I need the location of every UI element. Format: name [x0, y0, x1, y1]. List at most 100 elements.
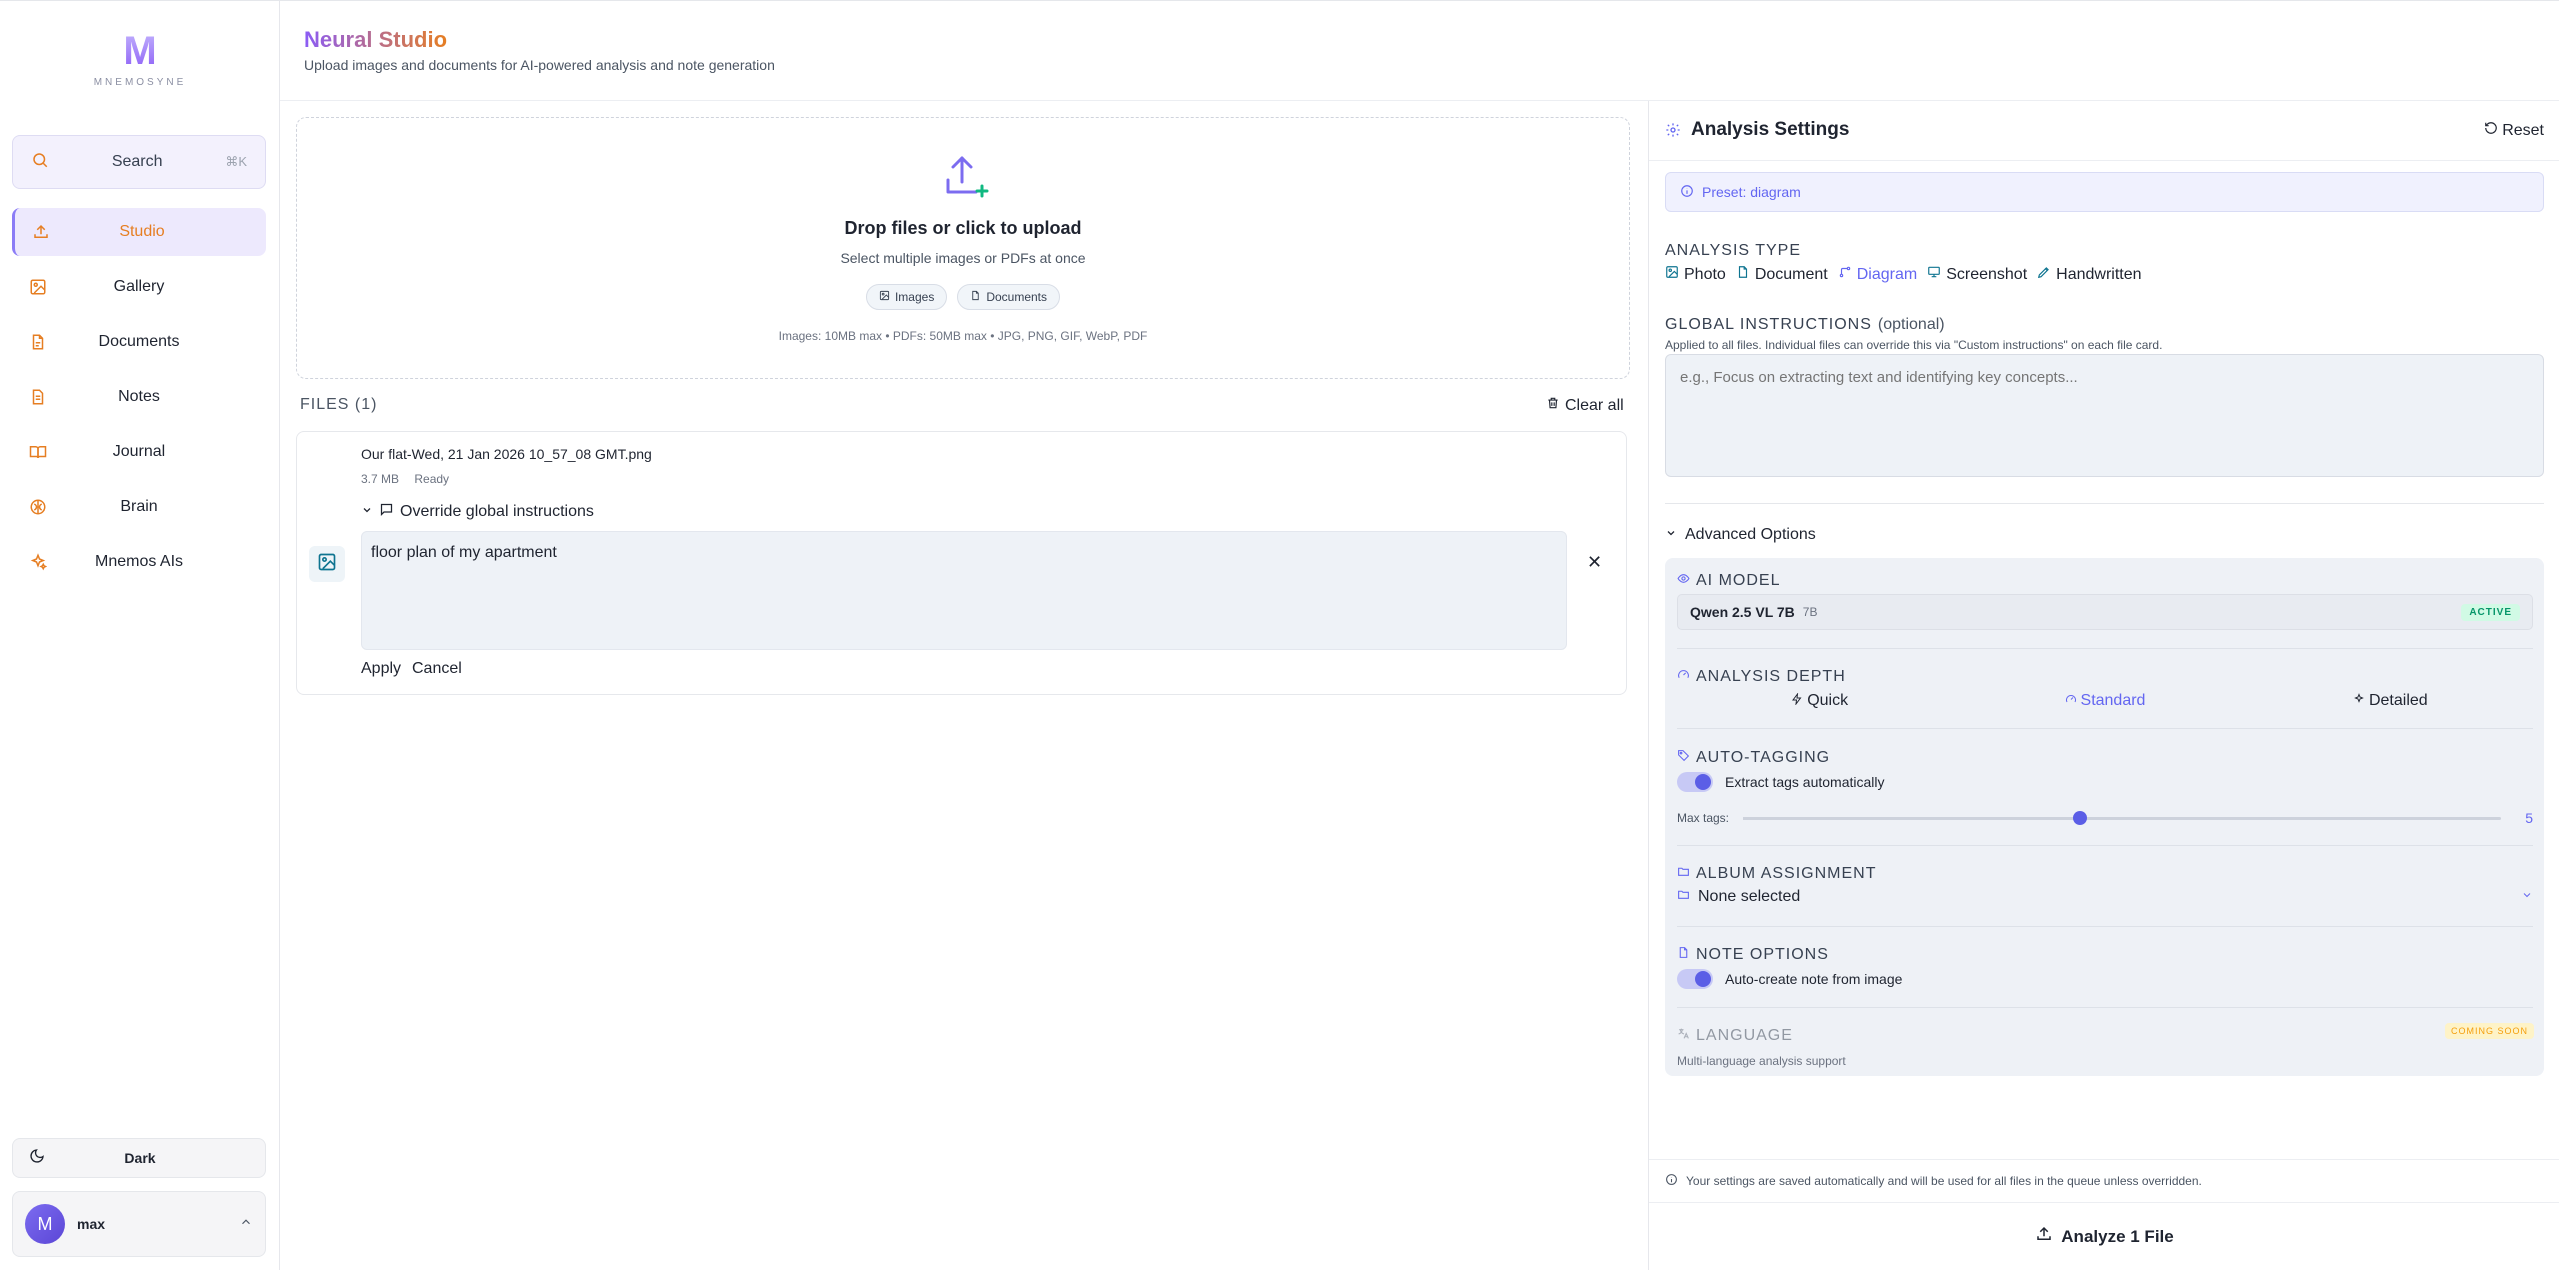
sidebar-item-documents[interactable]: Documents	[12, 318, 266, 366]
dropzone-subtitle: Select multiple images or PDFs at once	[840, 250, 1086, 266]
monitor-icon	[1927, 265, 1941, 284]
sidebar-item-label: Brain	[120, 498, 158, 515]
search-label: Search	[111, 153, 163, 170]
type-label: Document	[1754, 265, 1828, 283]
model-size: 7B	[1802, 605, 1818, 619]
ai-model-label: AI MODEL	[1696, 572, 1781, 589]
note-options-section-label: NOTE OPTIONS	[1677, 946, 1829, 964]
analyze-button[interactable]: Analyze 1 File	[1649, 1203, 2559, 1270]
avatar: M	[25, 1204, 65, 1244]
user-name: max	[77, 1216, 106, 1232]
file-status: Ready	[414, 472, 450, 486]
brain-icon	[28, 497, 48, 517]
image-icon	[1665, 265, 1679, 284]
file-card: Our flat-Wed, 21 Jan 2026 10_57_08 GMT.p…	[296, 431, 1627, 695]
sidebar-item-mnemos-ais[interactable]: Mnemos AIs	[12, 538, 266, 586]
sidebar-item-gallery[interactable]: Gallery	[12, 263, 266, 311]
max-tags-slider[interactable]	[1743, 810, 2501, 825]
depth-standard[interactable]: Standard	[1962, 692, 2247, 710]
type-screenshot[interactable]: Screenshot	[1927, 265, 2027, 284]
sidebar-item-studio[interactable]: Studio	[12, 208, 266, 256]
upload-dropzone[interactable]: Drop files or click to upload Select mul…	[296, 117, 1630, 379]
brand-logo[interactable]: M MNEMOSYNE	[0, 29, 280, 88]
chevron-down-icon	[2521, 888, 2533, 906]
gauge-icon	[2065, 692, 2077, 710]
ai-model-select[interactable]: Qwen 2.5 VL 7B 7B ACTIVE	[1677, 594, 2533, 630]
model-name: Qwen 2.5 VL 7B	[1690, 604, 1795, 620]
auto-tagging-label: AUTO-TAGGING	[1696, 749, 1831, 766]
pen-icon	[2037, 265, 2051, 284]
rotate-icon	[2484, 121, 2498, 140]
sparkles-icon	[2353, 692, 2365, 710]
cancel-button[interactable]: Cancel	[412, 660, 462, 678]
document-icon	[28, 332, 48, 352]
reset-button[interactable]: Reset	[2484, 121, 2544, 140]
album-select[interactable]: None selected	[1677, 888, 2533, 906]
search-shortcut: ⌘K	[225, 154, 247, 169]
info-icon	[1665, 1173, 1678, 1189]
settings-footnote: Your settings are saved automatically an…	[1665, 1173, 2202, 1189]
divider	[1677, 845, 2533, 846]
eye-icon	[1677, 572, 1690, 590]
theme-toggle-button[interactable]: Dark	[12, 1138, 266, 1178]
sidebar-item-label: Notes	[118, 388, 160, 405]
type-document[interactable]: Document	[1736, 265, 1828, 284]
override-instructions-toggle[interactable]: Override global instructions	[361, 502, 594, 522]
slider-thumb[interactable]	[2073, 810, 2087, 825]
divider	[1665, 503, 2544, 504]
max-tags-label: Max tags:	[1677, 811, 1730, 825]
ai-model-section-label: AI MODEL	[1677, 572, 1780, 590]
sidebar-item-brain[interactable]: Brain	[12, 483, 266, 531]
type-diagram[interactable]: Diagram	[1838, 265, 1917, 284]
upload-plus-icon	[942, 152, 990, 205]
divider	[1677, 926, 2533, 927]
sidebar-nav: Studio Gallery Documents Notes Journal B…	[12, 208, 266, 593]
apply-button[interactable]: Apply	[361, 660, 401, 678]
footnote-text: Your settings are saved automatically an…	[1686, 1174, 2202, 1188]
sidebar-item-label: Journal	[112, 443, 166, 460]
folder-icon	[1677, 888, 1690, 906]
toggle-knob	[1695, 774, 1711, 790]
advanced-options-toggle[interactable]: Advanced Options	[1665, 526, 1816, 544]
zap-icon	[1791, 692, 1803, 710]
type-label: Handwritten	[2056, 265, 2142, 283]
global-instructions-input[interactable]	[1665, 354, 2544, 477]
auto-create-note-toggle[interactable]	[1677, 969, 1713, 989]
clear-all-button[interactable]: Clear all	[1546, 396, 1624, 415]
album-section-label: ALBUM ASSIGNMENT	[1677, 865, 1876, 883]
analysis-depth-selector: Quick Standard Detailed	[1677, 692, 2533, 710]
close-icon[interactable]: ✕	[1587, 552, 1602, 573]
advanced-options-label: Advanced Options	[1685, 526, 1816, 543]
sidebar-item-journal[interactable]: Journal	[12, 428, 266, 476]
auto-tagging-toggle-label: Extract tags automatically	[1725, 774, 1885, 790]
sidebar-item-notes[interactable]: Notes	[12, 373, 266, 421]
upload-icon	[31, 222, 51, 242]
chevron-down-icon	[1665, 526, 1677, 544]
language-label: LANGUAGE	[1696, 1027, 1793, 1044]
depth-quick[interactable]: Quick	[1677, 692, 1962, 710]
info-icon	[1680, 184, 1694, 201]
sparkles-icon	[28, 552, 48, 572]
optional-label: (optional)	[1877, 316, 1945, 333]
divider	[1677, 648, 2533, 649]
divider	[1677, 1007, 2533, 1008]
auto-tagging-toggle[interactable]	[1677, 772, 1713, 792]
type-handwritten[interactable]: Handwritten	[2037, 265, 2142, 284]
type-label: Screenshot	[1946, 265, 2028, 283]
depth-detailed[interactable]: Detailed	[2248, 692, 2533, 710]
global-instructions-label: GLOBAL INSTRUCTIONS (optional)	[1665, 316, 1945, 334]
message-icon	[379, 502, 394, 522]
type-photo[interactable]: Photo	[1665, 265, 1726, 284]
user-menu[interactable]: M max	[12, 1191, 266, 1257]
depth-label: Standard	[2080, 692, 2146, 709]
sidebar-item-label: Documents	[98, 333, 180, 350]
status-badge: ACTIVE	[2461, 603, 2520, 621]
document-icon	[1677, 946, 1690, 964]
gear-icon	[1665, 122, 1681, 143]
search-button[interactable]: Search ⌘K	[12, 135, 266, 189]
file-instructions-input[interactable]: floor plan of my apartment	[361, 531, 1567, 650]
sidebar-item-label: Gallery	[113, 278, 165, 295]
toggle-knob	[1695, 971, 1711, 987]
files-header: FILES (1)	[300, 396, 378, 413]
document-icon	[970, 290, 981, 304]
